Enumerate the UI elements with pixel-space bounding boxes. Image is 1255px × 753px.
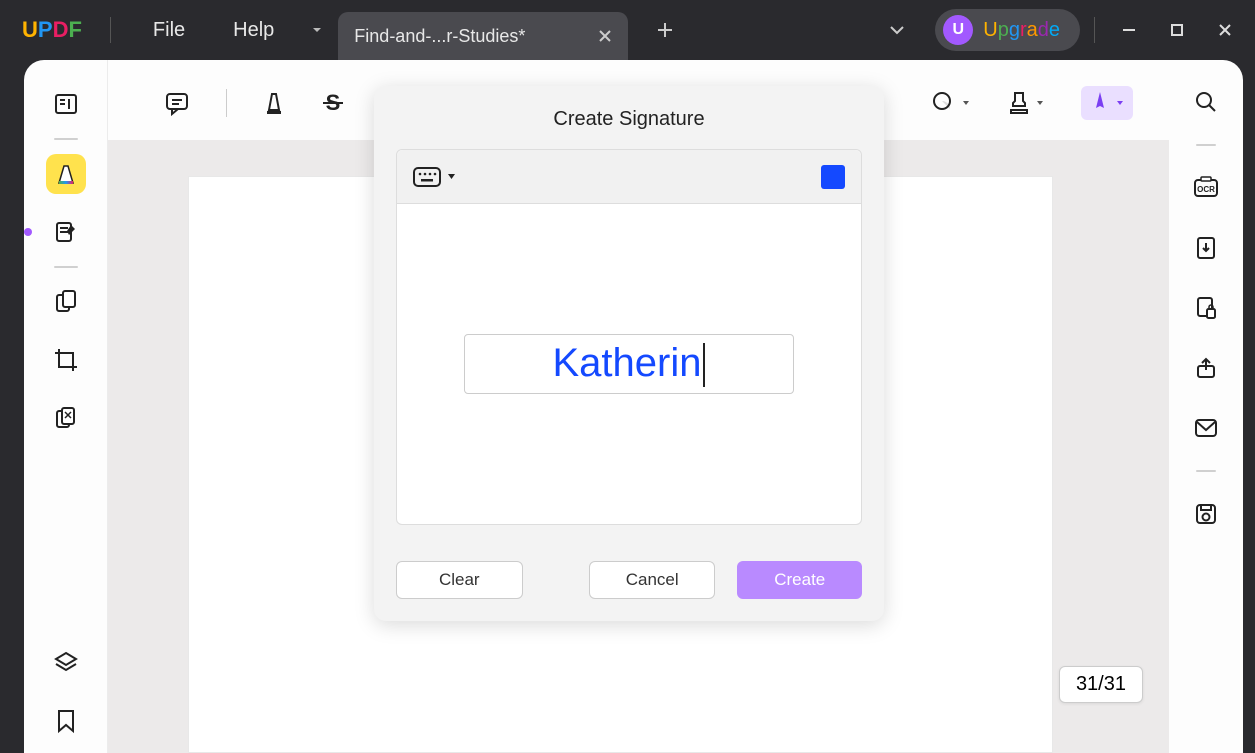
note-icon[interactable] — [164, 90, 190, 116]
cancel-button[interactable]: Cancel — [589, 561, 716, 599]
app-logo: UPDF — [0, 17, 104, 43]
bookmark-icon[interactable] — [46, 701, 86, 741]
tab-bar: Find-and-...r-Studies* — [304, 0, 684, 60]
tab-switcher-icon[interactable] — [877, 10, 917, 50]
minimize-button[interactable] — [1109, 10, 1149, 50]
create-button[interactable]: Create — [737, 561, 862, 599]
clear-button[interactable]: Clear — [396, 561, 523, 599]
signature-text-input[interactable]: Katherin — [464, 334, 794, 394]
signature-dropdown[interactable] — [1081, 86, 1133, 120]
signature-toolbar — [397, 150, 861, 204]
user-avatar: U — [943, 15, 973, 45]
divider — [226, 89, 227, 117]
stamp-dropdown[interactable] — [1007, 90, 1045, 116]
titlebar: UPDF File Help Find-and-...r-Studies* U … — [0, 0, 1255, 60]
new-tab-button[interactable] — [646, 11, 684, 49]
organize-pages-icon[interactable] — [46, 282, 86, 322]
text-caret — [703, 343, 705, 387]
divider — [54, 138, 78, 140]
export-icon[interactable] — [1188, 230, 1224, 266]
svg-text:OCR: OCR — [1197, 185, 1215, 194]
redact-icon[interactable] — [46, 398, 86, 438]
divider — [110, 17, 111, 43]
active-indicator — [24, 228, 32, 236]
left-sidebar — [24, 60, 108, 753]
tab-label: Find-and-...r-Studies* — [354, 26, 525, 47]
protect-icon[interactable] — [1188, 290, 1224, 326]
tab-active[interactable]: Find-and-...r-Studies* — [338, 12, 628, 60]
shape-dropdown[interactable] — [931, 90, 971, 116]
divider — [1196, 144, 1216, 146]
strikethrough-icon[interactable]: S — [321, 91, 345, 115]
right-sidebar: OCR — [1169, 60, 1243, 753]
save-icon[interactable] — [1188, 496, 1224, 532]
titlebar-right: U Upgrade — [867, 9, 1255, 51]
share-icon[interactable] — [1188, 350, 1224, 386]
close-window-button[interactable] — [1205, 10, 1245, 50]
layers-icon[interactable] — [46, 643, 86, 683]
menu-help[interactable]: Help — [233, 19, 274, 42]
signature-text-value: Katherin — [553, 341, 702, 385]
crop-icon[interactable] — [46, 340, 86, 380]
reader-mode-icon[interactable] — [46, 84, 86, 124]
divider — [1094, 17, 1095, 43]
create-signature-dialog: Create Signature Katherin Clear Cancel C… — [374, 86, 884, 621]
divider — [54, 266, 78, 268]
search-icon[interactable] — [1188, 84, 1224, 120]
tab-list-dropdown[interactable] — [304, 15, 330, 45]
ocr-icon[interactable]: OCR — [1188, 170, 1224, 206]
menu-file[interactable]: File — [153, 19, 185, 42]
main-workspace: OCR S — [24, 60, 1243, 753]
page-indicator: 31/31 — [1059, 666, 1143, 703]
email-icon[interactable] — [1188, 410, 1224, 446]
maximize-button[interactable] — [1157, 10, 1197, 50]
signature-panel: Katherin — [396, 149, 862, 525]
signature-color-swatch[interactable] — [821, 165, 845, 189]
close-tab-icon[interactable] — [598, 29, 612, 43]
dialog-buttons: Clear Cancel Create — [374, 525, 884, 599]
upgrade-label: Upgrade — [983, 19, 1060, 42]
signature-draw-area[interactable]: Katherin — [397, 204, 861, 524]
main-menu: File Help — [153, 19, 274, 42]
divider — [1196, 470, 1216, 472]
edit-mode-icon[interactable] — [46, 212, 86, 252]
highlight-icon[interactable] — [263, 90, 285, 116]
comment-mode-icon[interactable] — [46, 154, 86, 194]
dialog-title: Create Signature — [374, 86, 884, 149]
upgrade-button[interactable]: U Upgrade — [935, 9, 1080, 51]
keyboard-input-dropdown[interactable] — [413, 167, 456, 187]
